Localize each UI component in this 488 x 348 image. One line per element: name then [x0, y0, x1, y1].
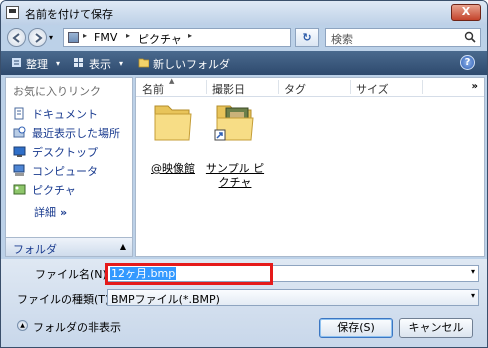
help-icon[interactable]: ? — [460, 55, 475, 70]
window-title: 名前を付けて保存 — [25, 8, 113, 21]
folder-shortcut-icon — [214, 105, 254, 141]
recent-places-icon — [13, 126, 26, 138]
cancel-button[interactable]: キャンセル — [399, 318, 473, 338]
sidebar-item-documents[interactable]: ドキュメント — [12, 105, 130, 122]
sidebar-item-pictures[interactable]: ピクチャ — [12, 181, 130, 198]
folders-pane-toggle[interactable]: フォルダ ▲ — [5, 237, 133, 257]
sidebar-item-label: ピクチャ — [32, 184, 76, 197]
column-date-taken[interactable]: 撮影日 — [212, 81, 245, 97]
forward-button[interactable] — [28, 28, 47, 47]
breadcrumb-arrow-icon[interactable]: ▸ — [126, 31, 130, 40]
computer-icon — [13, 164, 25, 176]
sidebar-item-label: ドキュメント — [32, 108, 98, 121]
sidebar-item-computer[interactable]: コンピュータ — [12, 162, 130, 179]
save-options-panel: ファイル名(N): 12ヶ月.bmp ▾ ファイルの種類(T): BMPファイル… — [1, 259, 487, 347]
column-header-row: 名前 ▲ 撮影日 タグ サイズ » — [136, 77, 484, 97]
column-divider[interactable] — [278, 80, 279, 94]
filetype-select[interactable]: BMPファイル(*.BMP) ▾ — [107, 289, 479, 306]
chevron-up-icon: ▲ — [119, 242, 126, 251]
column-size[interactable]: サイズ — [356, 81, 389, 97]
highlight-box — [105, 263, 273, 285]
command-toolbar: 整理 ▾ 表示 ▾ 新しいフォルダ ? — [1, 51, 487, 75]
more-links-button[interactable]: 詳細 » — [34, 204, 67, 220]
filetype-value: BMPファイル(*.BMP) — [111, 293, 220, 306]
views-dropdown-icon[interactable]: ▾ — [119, 59, 123, 68]
more-columns-icon[interactable]: » — [472, 81, 478, 92]
computer-location-icon — [68, 32, 79, 43]
pictures-icon — [13, 184, 26, 195]
column-divider[interactable] — [422, 80, 423, 94]
folder-name: サンプル ピクチャ — [205, 162, 265, 189]
sort-ascending-icon: ▲ — [169, 77, 175, 85]
breadcrumb-arrow-icon[interactable]: ▸ — [188, 31, 192, 40]
folder-item[interactable]: サンプル ピクチャ — [198, 100, 272, 190]
address-bar-row: ▾ ▸ FMV ▸ ピクチャ ▸ ▾ ↻ 検索 — [1, 25, 487, 51]
chevron-up-icon: ▲ — [17, 320, 28, 331]
address-field[interactable]: ▸ FMV ▸ ピクチャ ▸ ▾ — [63, 28, 346, 47]
new-folder-button[interactable]: 新しいフォルダ — [153, 56, 230, 72]
favorite-links-header: お気に入りリンク — [13, 85, 101, 98]
window-icon — [6, 6, 19, 19]
chevron-double-right-icon: » — [60, 206, 68, 219]
breadcrumb-pictures[interactable]: ピクチャ — [138, 31, 182, 47]
breadcrumb-arrow-icon[interactable]: ▸ — [83, 31, 87, 40]
forward-arrow-icon — [35, 33, 43, 43]
sidebar-item-label: デスクトップ — [32, 146, 98, 159]
close-button[interactable]: X — [451, 4, 481, 21]
recent-pages-chevron-icon[interactable]: ▾ — [49, 33, 53, 42]
save-as-dialog: 名前を付けて保存 X ▾ ▸ FMV ▸ ピクチャ ▸ ▾ ↻ 検索 整理 ▾ … — [0, 0, 488, 348]
filetype-label: ファイルの種類(T): — [17, 293, 114, 306]
more-links-label: 詳細 — [34, 206, 56, 219]
organize-button[interactable]: 整理 — [26, 56, 48, 72]
column-divider[interactable] — [350, 80, 351, 94]
save-button[interactable]: 保存(S) — [319, 318, 393, 338]
column-divider[interactable] — [206, 80, 207, 94]
filename-label: ファイル名(N): — [35, 268, 111, 281]
sidebar-item-label: コンピュータ — [32, 165, 98, 178]
views-button[interactable]: 表示 — [89, 56, 111, 72]
hide-folders-label: フォルダの非表示 — [33, 321, 121, 334]
folder-icon — [154, 105, 192, 141]
organize-icon — [12, 58, 21, 67]
search-icon[interactable] — [464, 31, 476, 43]
filetype-dropdown-icon[interactable]: ▾ — [471, 291, 475, 300]
back-button[interactable] — [7, 28, 26, 47]
breadcrumb-fmv[interactable]: FMV — [94, 31, 117, 44]
back-arrow-icon — [12, 33, 20, 43]
column-name[interactable]: 名前 — [142, 81, 164, 97]
desktop-icon — [13, 146, 26, 157]
file-list-pane: 名前 ▲ 撮影日 タグ サイズ » @映像館 サンプル ピ クチャ — [135, 77, 485, 257]
column-tags[interactable]: タグ — [284, 81, 306, 97]
views-icon — [74, 58, 83, 67]
filename-dropdown-icon[interactable]: ▾ — [471, 267, 475, 276]
search-placeholder: 検索 — [331, 33, 353, 46]
title-bar[interactable]: 名前を付けて保存 X — [1, 1, 487, 25]
sidebar-item-desktop[interactable]: デスクトップ — [12, 143, 130, 160]
document-icon — [14, 107, 24, 120]
new-folder-icon — [138, 58, 149, 68]
organize-dropdown-icon[interactable]: ▾ — [56, 59, 60, 68]
refresh-button[interactable]: ↻ — [295, 28, 319, 47]
sidebar-item-label: 最近表示した場所 — [32, 127, 120, 140]
search-input[interactable]: 検索 — [325, 28, 481, 47]
favorite-links-pane: お気に入りリンク ドキュメント 最近表示した場所 デスクトップ コンピュータ ピ… — [5, 77, 133, 257]
folders-pane-label: フォルダ — [13, 243, 57, 256]
sidebar-item-recent-places[interactable]: 最近表示した場所 — [12, 124, 130, 141]
